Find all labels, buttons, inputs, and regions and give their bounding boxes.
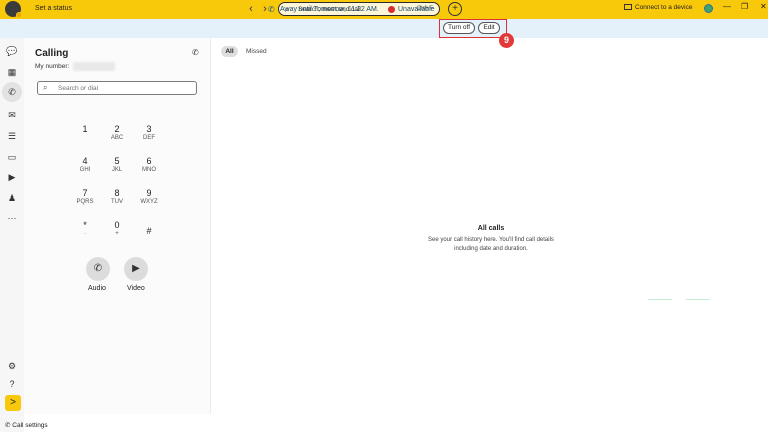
activity-icon[interactable]: ✉	[5, 108, 19, 122]
dial-key-digit: 7	[82, 188, 88, 198]
dial-key-8[interactable]: 8 TUV	[105, 188, 129, 205]
dial-key-digit: 8	[114, 188, 120, 198]
connect-device-label: Connect to a device	[635, 4, 693, 11]
dial-key-0[interactable]: 0 +	[105, 220, 129, 237]
close-icon[interactable]: ✕	[760, 2, 767, 11]
dial-key-digit: 0	[114, 220, 120, 230]
dial-key-4[interactable]: 4 GHI	[73, 156, 97, 173]
presence-dot-icon	[16, 12, 22, 18]
new-item-plus-icon[interactable]: +	[448, 2, 462, 16]
dial-key-5[interactable]: 5 JKL	[105, 156, 129, 173]
calling-title: Calling	[35, 48, 69, 59]
call-settings-label: Call settings	[12, 422, 48, 429]
teams-icon[interactable]: ♟	[5, 191, 19, 205]
dial-key-letters: MNO	[142, 167, 156, 173]
dial-key-digit: 4	[82, 156, 88, 166]
dial-key-hash[interactable]: #	[137, 226, 161, 237]
dial-key-3[interactable]: 3 DEF	[137, 124, 161, 141]
dial-key-1[interactable]: 1	[73, 124, 97, 135]
restore-icon[interactable]: ❐	[741, 2, 748, 11]
settings-gear-icon[interactable]: ⚙	[5, 359, 19, 373]
video-call-button[interactable]: ▶	[124, 257, 148, 281]
dial-key-digit: #	[146, 226, 152, 236]
dialpad-icon[interactable]: ✆	[192, 48, 199, 57]
call-forward-icon: ✆	[268, 5, 275, 14]
phone-icon: ✆	[93, 263, 103, 274]
tab-missed[interactable]: Missed	[246, 48, 267, 55]
help-icon[interactable]: ?	[5, 377, 19, 391]
dial-key-letters: TUV	[111, 199, 123, 205]
minimize-icon[interactable]: —	[723, 2, 731, 11]
device-icon	[624, 4, 632, 10]
dial-key-letters: WXYZ	[140, 199, 158, 205]
dial-key-digit: 1	[82, 124, 88, 134]
dial-key-letters: GHI	[79, 167, 91, 173]
dial-key-digit: 6	[146, 156, 152, 166]
search-or-dial-box[interactable]: ⌕	[37, 81, 197, 95]
expand-arrow-icon[interactable]: >	[5, 395, 21, 411]
dial-key-letters: ·	[84, 231, 86, 237]
dial-key-letters: +	[115, 231, 119, 237]
voicemail-icon[interactable]: ▭	[5, 150, 19, 164]
empty-state-title: All calls	[477, 225, 505, 232]
status-banner	[0, 19, 768, 38]
unavailable-status-icon	[388, 6, 395, 13]
empty-state-description: See your call history here. You'll find …	[428, 237, 554, 252]
dial-key-7[interactable]: 7 PQRS	[73, 188, 97, 205]
dial-key-digit: 3	[146, 124, 152, 134]
video-camera-icon: ▶	[132, 263, 140, 274]
stream-icon[interactable]: ▶	[5, 170, 19, 184]
unavailable-status-text: Unavailable	[398, 6, 435, 13]
turn-off-button[interactable]: Turn off	[443, 22, 475, 34]
contacts-icon[interactable]: ☰	[5, 129, 19, 143]
dial-key-letters: PQRS	[76, 199, 94, 205]
calls-icon[interactable]: ✆	[2, 82, 22, 102]
dial-key-digit: *	[83, 220, 87, 230]
away-status-text: Away until Tomorrow, 11:22 AM.	[280, 6, 379, 13]
my-number-value-redacted	[73, 62, 115, 71]
more-apps-icon[interactable]: ···	[5, 211, 19, 225]
dial-key-digit: 2	[114, 124, 120, 134]
step-marker-badge: 9	[499, 33, 514, 48]
decorative-line	[686, 299, 710, 300]
decorative-line	[648, 299, 672, 300]
set-status-link[interactable]: Set a status	[35, 5, 72, 12]
audio-label: Audio	[88, 285, 106, 292]
search-icon: ⌕	[43, 83, 48, 92]
dial-key-letters: JKL	[111, 167, 123, 173]
dial-key-2[interactable]: 2 ABC	[105, 124, 129, 141]
extension-icon[interactable]	[704, 4, 713, 13]
dial-key-9[interactable]: 9 WXYZ	[137, 188, 161, 205]
dial-key-letters: DEF	[143, 135, 155, 141]
search-or-dial-input[interactable]	[58, 84, 188, 93]
calendar-icon[interactable]: ▦	[5, 65, 19, 79]
call-settings-link[interactable]: ✆ Call settings	[5, 421, 48, 429]
my-number-label: My number:	[35, 63, 70, 70]
dial-key-letters: ABC	[110, 135, 124, 141]
tab-all[interactable]: All	[221, 46, 238, 57]
connect-device-button[interactable]: Connect to a device	[624, 4, 692, 11]
edit-button[interactable]: Edit	[478, 22, 500, 34]
dial-key-star[interactable]: * ·	[73, 220, 97, 237]
video-label: Video	[127, 285, 145, 292]
back-arrow-icon[interactable]: ‹	[245, 3, 257, 15]
audio-call-button[interactable]: ✆	[86, 257, 110, 281]
dial-key-6[interactable]: 6 MNO	[137, 156, 161, 173]
dial-key-digit: 5	[114, 156, 120, 166]
dial-key-digit: 9	[146, 188, 152, 198]
chat-icon[interactable]: 💬	[5, 44, 19, 58]
